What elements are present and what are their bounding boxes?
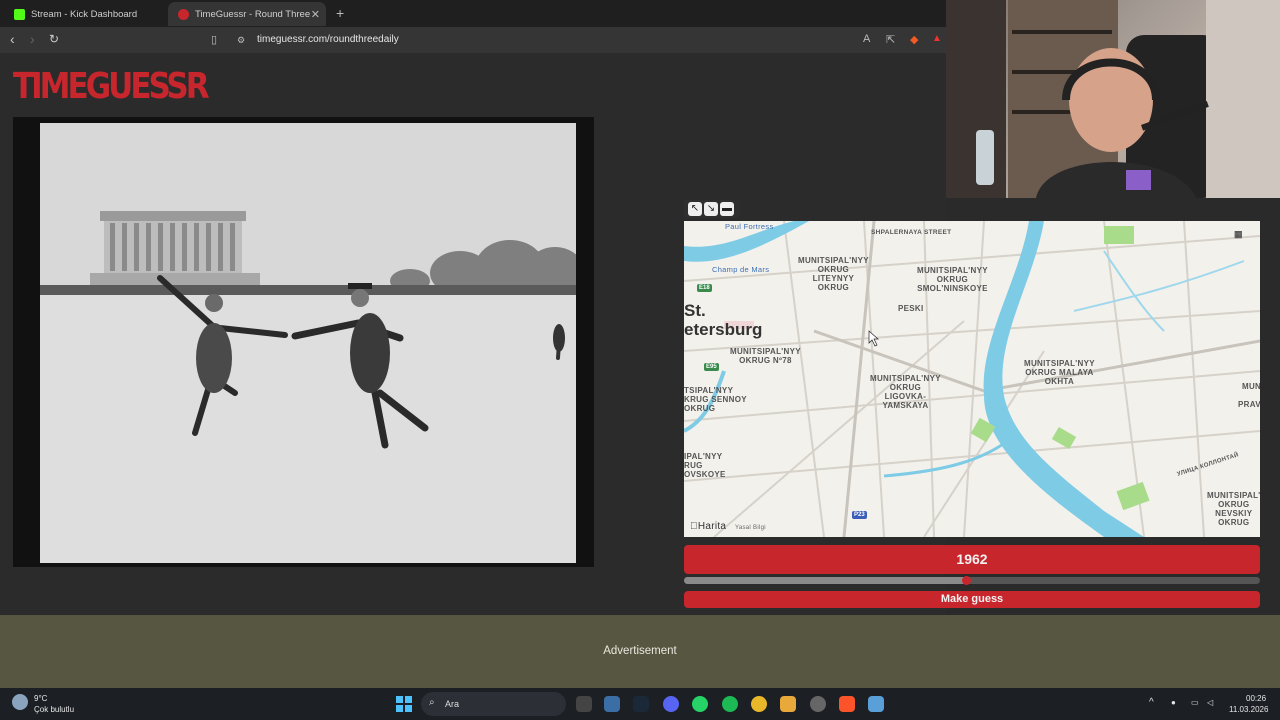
- map-label-prav: PRAV: [1238, 400, 1260, 409]
- back-icon[interactable]: ‹: [10, 31, 15, 47]
- map-expand-icon[interactable]: ↖: [688, 202, 702, 216]
- year-slider-thumb[interactable]: [962, 576, 972, 585]
- new-tab-icon[interactable]: +: [336, 5, 344, 21]
- maps-brand-label: Harita: [690, 521, 726, 532]
- share-icon[interactable]: ⇱: [886, 33, 895, 46]
- obs-icon[interactable]: [810, 696, 826, 712]
- road-sign-e95: E95: [704, 363, 719, 371]
- year-display: 1962: [684, 545, 1260, 574]
- timeguessr-favicon-icon: [178, 8, 189, 20]
- map-label-smolninskoye: MUNITSIPAL'NYY OKRUG SMOL'NINSKOYE: [917, 266, 988, 293]
- year-slider-fill: [684, 577, 967, 584]
- map-label-nevskiy: MUNITSIPAL' OKRUG NEVSKIY OKRUG: [1207, 491, 1260, 527]
- reload-icon[interactable]: ↻: [49, 32, 59, 46]
- map-reset-icon[interactable]: ▬: [720, 202, 734, 216]
- weather-desc[interactable]: Çok bulutlu: [34, 705, 74, 715]
- search-icon: ⌕: [429, 697, 435, 708]
- map-label-ligovka: MUNITSIPAL'NYY OKRUG LIGOVKA- YAMSKAYA: [870, 374, 941, 410]
- tab-label: TimeGuessr - Round Three: [195, 8, 311, 20]
- tab-label: Stream - Kick Dashboard: [31, 8, 138, 20]
- map-label-shpalernaya: SHPALERNAYA STREET: [871, 229, 952, 236]
- year-slider[interactable]: [684, 576, 1260, 585]
- advertisement-banner: Advertisement: [0, 615, 1280, 688]
- discord-icon[interactable]: [663, 696, 679, 712]
- brave-rewards-icon[interactable]: ▲: [932, 33, 942, 44]
- legal-info-link[interactable]: Yasal Bilgi: [735, 524, 766, 533]
- webcam-overlay: [946, 0, 1280, 198]
- map-label-peski: PESKI: [898, 304, 924, 313]
- volume-icon[interactable]: ◁: [1207, 698, 1213, 708]
- site-info-icon[interactable]: ⚙: [237, 35, 245, 46]
- browser-toolbar: ‹ › ↻ ▯ ⚙ timeguessr.com/roundthreedaily…: [0, 27, 946, 53]
- map-shrink-icon[interactable]: ↘: [704, 202, 718, 216]
- translate-icon[interactable]: A: [863, 33, 870, 45]
- guess-map[interactable]: Paul Fortress Champ de Mars SHPALERNAYA …: [684, 221, 1260, 537]
- photo-illustration: [40, 123, 576, 563]
- map-label-paul-fortress: Paul Fortress: [725, 222, 774, 231]
- map-type-icon[interactable]: ▦: [1234, 230, 1243, 239]
- brave-icon[interactable]: [839, 696, 855, 712]
- whatsapp-icon[interactable]: [692, 696, 708, 712]
- map-label-okrug-78: MUNITSIPAL'NYY OKRUG Nº78: [730, 347, 801, 365]
- clock-time[interactable]: 00:26: [1246, 694, 1266, 704]
- tab-kick-dashboard[interactable]: Stream - Kick Dashboard: [4, 2, 164, 26]
- webcam-illustration: [946, 0, 1280, 198]
- windows-start-icon[interactable]: [396, 696, 412, 712]
- spotify-icon[interactable]: [722, 696, 738, 712]
- task-view-icon[interactable]: [576, 696, 592, 712]
- browser-tab-bar: Stream - Kick Dashboard TimeGuessr - Rou…: [0, 0, 946, 27]
- file-explorer-icon[interactable]: [780, 696, 796, 712]
- forward-icon[interactable]: ›: [30, 31, 35, 47]
- map-label-mun: MUN: [1242, 382, 1260, 391]
- timeguessr-logo[interactable]: TIMEGUESSR: [13, 61, 210, 112]
- road-sign-p23: P23: [852, 511, 867, 519]
- make-guess-button[interactable]: Make guess: [684, 591, 1260, 608]
- map-toolbar: ↖ ↘ ▬: [684, 200, 740, 218]
- bookmark-icon[interactable]: ▯: [211, 33, 217, 46]
- weather-icon[interactable]: [12, 694, 28, 710]
- close-tab-icon[interactable]: ✕: [311, 8, 320, 21]
- windows-taskbar: 9°C Çok bulutlu ⌕ Ara ^ ● ▭ ◁ 00:26 11.0…: [0, 688, 1280, 720]
- tray-expand-icon[interactable]: ^: [1149, 698, 1154, 708]
- round-photo-frame: [13, 117, 594, 567]
- settings-app-icon[interactable]: [868, 696, 884, 712]
- brave-shield-icon[interactable]: ◆: [910, 33, 918, 46]
- kick-favicon-icon: [14, 8, 25, 20]
- map-label-city: St. etersburg: [684, 301, 763, 339]
- weather-temp[interactable]: 9°C: [34, 694, 47, 704]
- clock-date[interactable]: 11.03.2026: [1229, 705, 1268, 715]
- map-label-malaya-okhta: MUNITSIPAL'NYY OKRUG MALAYA OKHTA: [1024, 359, 1095, 386]
- map-label-liteynyy: MUNITSIPAL'NYY OKRUG LITEYNYY OKRUG: [798, 256, 869, 292]
- chrome-icon[interactable]: [751, 696, 767, 712]
- network-icon[interactable]: ▭: [1191, 698, 1199, 708]
- round-photo: [40, 123, 576, 563]
- road-sign-e18: E18: [697, 284, 712, 292]
- apple-maps-logo: Harita: [690, 521, 726, 532]
- store-icon[interactable]: [604, 696, 620, 712]
- taskbar-search[interactable]: ⌕ Ara: [421, 692, 566, 716]
- steam-icon[interactable]: [633, 696, 649, 712]
- map-label-ovskoye: IPAL'NYY RUG OVSKOYE: [684, 452, 726, 479]
- address-bar[interactable]: timeguessr.com/roundthreedaily: [257, 34, 399, 45]
- map-label-sennoy: TSIPAL'NYY KRUG SENNOY OKRUG: [684, 386, 747, 413]
- microphone-icon[interactable]: ●: [1171, 698, 1176, 708]
- tab-timeguessr[interactable]: TimeGuessr - Round Three ✕: [168, 2, 326, 26]
- search-placeholder: Ara: [445, 699, 460, 709]
- map-label-champ-de-mars: Champ de Mars: [712, 265, 770, 274]
